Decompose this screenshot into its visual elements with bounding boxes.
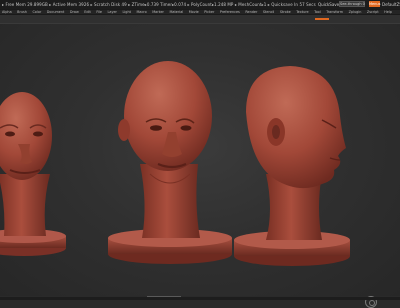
menu-item-light[interactable]: Light [122, 10, 130, 14]
menu-item-texture[interactable]: Texture [296, 10, 308, 14]
menu-item-tool[interactable]: Tool [314, 10, 321, 14]
menu-item-macro[interactable]: Macro [136, 10, 146, 14]
menus-toggle-button[interactable]: Menus [369, 1, 380, 7]
menu-item-stencil[interactable]: Stencil [263, 10, 274, 14]
bust-middle [108, 61, 232, 264]
menu-item-marker[interactable]: Marker [152, 10, 164, 14]
menu-item-preferences[interactable]: Preferences [220, 10, 240, 14]
default-zscript-button[interactable]: DefaultZScript [382, 0, 400, 9]
menu-item-draw[interactable]: Draw [70, 10, 79, 14]
top-shelf [0, 15, 400, 23]
bust-middle-neck [140, 164, 200, 238]
active-tab-indicator[interactable] [315, 18, 329, 20]
see-through-slider[interactable]: See-through 0 [339, 1, 365, 7]
bust-right-head [246, 66, 346, 189]
menu-item-movie[interactable]: Movie [189, 10, 199, 14]
bust-left-eye [5, 131, 15, 137]
menu-item-document[interactable]: Document [47, 10, 65, 14]
bust-right [234, 66, 350, 266]
bust-middle-ear [118, 119, 130, 141]
bust-left-eye [33, 131, 43, 137]
menu-item-stroke[interactable]: Stroke [280, 10, 291, 14]
menu-item-picker[interactable]: Picker [204, 10, 214, 14]
menu-item-transform[interactable]: Transform [326, 10, 343, 14]
menu-item-alpha[interactable]: Alpha [2, 10, 12, 14]
busts-render [0, 61, 350, 266]
menu-item-help[interactable]: Help [384, 10, 392, 14]
menu-item-zscript[interactable]: Zscript [367, 10, 379, 14]
menu-item-color[interactable]: Color [32, 10, 41, 14]
bust-left-neck [0, 174, 50, 236]
quicksave-button[interactable]: QuickSave [318, 0, 339, 9]
menu-item-render[interactable]: Render [245, 10, 257, 14]
menu-item-material[interactable]: Material [169, 10, 183, 14]
menu-item-brush[interactable]: Brush [17, 10, 27, 14]
menu-item-edit[interactable]: Edit [84, 10, 91, 14]
menu-item-file[interactable]: File [96, 10, 102, 14]
canvas-viewport[interactable] [0, 24, 400, 308]
menu-item-zplugin[interactable]: Zplugin [349, 10, 362, 14]
memory-status-info: ▸ Free Mem 29.899GB ▸ Active Mem 3926 ▸ … [2, 2, 316, 7]
menu-item-layer[interactable]: Layer [108, 10, 117, 14]
title-bar: ▸ Free Mem 29.899GB ▸ Active Mem 3926 ▸ … [0, 0, 400, 9]
bust-middle-eye [150, 125, 162, 131]
bust-middle-eye [180, 125, 192, 131]
bust-left [0, 92, 66, 256]
bust-right-ear-inner [272, 125, 280, 139]
